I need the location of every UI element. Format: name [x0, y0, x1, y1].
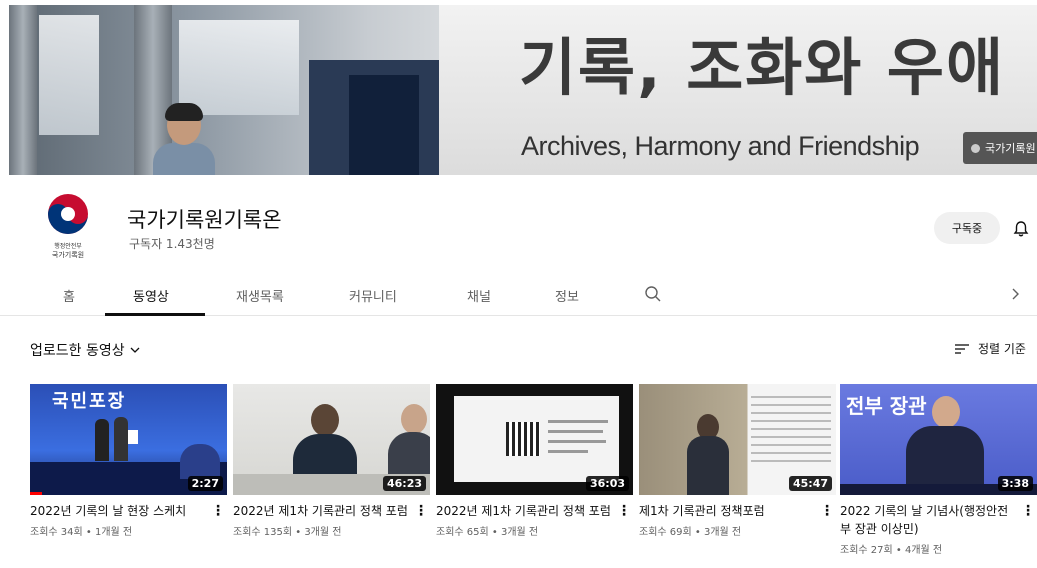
more-options-icon[interactable]: ⋮ — [211, 502, 225, 520]
thumbnail-caption: 국민포장 — [52, 391, 127, 412]
tab-about[interactable]: 정보 — [555, 286, 579, 305]
video-meta: 조회수 34회 • 1개월 전 — [30, 527, 133, 538]
video-card[interactable]: 국민포장 2:27 2022년 기록의 날 현장 스케치 ⋮ 조회수 34회 •… — [30, 384, 227, 538]
video-title[interactable]: 2022년 제1차 기록관리 정책 포럼 — [233, 504, 408, 518]
uploads-dropdown[interactable]: 업로드한 동영상 — [30, 340, 141, 360]
sort-label: 정렬 기준 — [978, 342, 1026, 356]
tab-playlists[interactable]: 재생목록 — [236, 286, 284, 305]
chevron-down-icon — [130, 347, 140, 353]
tab-videos[interactable]: 동영상 — [133, 286, 169, 305]
channel-name: 국가기록원기록온 — [127, 208, 282, 232]
video-thumbnail[interactable]: 전부 장관 3:38 — [840, 384, 1037, 495]
banner-subtitle: Archives, Harmony and Friendship — [521, 131, 920, 161]
video-card[interactable]: 45:47 제1차 기록관리 정책포럼 ⋮ 조회수 69회 • 3개월 전 — [639, 384, 836, 538]
section-title: 업로드한 동영상 — [30, 343, 125, 359]
video-title-row: 2022 기록의 날 기념사(행정안전부 장관 이상민) ⋮ — [840, 502, 1037, 538]
video-card[interactable]: 전부 장관 3:38 2022 기록의 날 기념사(행정안전부 장관 이상민) … — [840, 384, 1037, 556]
logo-text-ministry: 행정안전부 — [54, 243, 82, 250]
banner-badge-label: 국가기록원 — [985, 142, 1036, 155]
banner-badge[interactable]: 국가기록원 — [963, 132, 1037, 164]
video-title[interactable]: 제1차 기록관리 정책포럼 — [639, 504, 765, 518]
video-title[interactable]: 2022 기록의 날 기념사(행정안전부 장관 이상민) — [840, 504, 1008, 536]
video-duration: 45:47 — [788, 476, 832, 491]
banner-window — [179, 20, 299, 115]
more-options-icon[interactable]: ⋮ — [617, 502, 631, 520]
banner-person — [149, 103, 219, 175]
more-options-icon[interactable]: ⋮ — [820, 502, 834, 520]
globe-icon — [971, 143, 980, 153]
channel-banner: 기록, 조화와 우애 Archives, Harmony and Friends… — [9, 5, 1037, 175]
video-title-row: 제1차 기록관리 정책포럼 ⋮ — [639, 502, 836, 520]
sort-button[interactable]: 정렬 기준 — [954, 340, 1026, 357]
video-card[interactable]: 46:23 2022년 제1차 기록관리 정책 포럼 ⋮ 조회수 135회 • … — [233, 384, 430, 538]
sort-icon — [955, 343, 969, 354]
video-meta: 조회수 135회 • 3개월 전 — [233, 527, 342, 538]
channel-avatar[interactable]: 행정안전부 국가기록원 — [40, 192, 96, 264]
channel-tabs: 홈 동영상 재생목록 커뮤니티 채널 정보 — [0, 276, 1037, 316]
video-thumbnail[interactable]: 36:03 — [436, 384, 633, 495]
logo-text-agency: 국가기록원 — [51, 251, 85, 259]
video-meta: 조회수 27회 • 4개월 전 — [840, 545, 943, 556]
video-thumbnail[interactable]: 46:23 — [233, 384, 430, 495]
subscribed-button[interactable]: 구독중 — [934, 212, 1000, 244]
video-meta: 조회수 69회 • 3개월 전 — [639, 527, 742, 538]
tab-home[interactable]: 홈 — [63, 286, 75, 305]
video-duration: 46:23 — [382, 476, 426, 491]
taegeuk-logo-icon — [48, 194, 88, 234]
video-thumbnail[interactable]: 45:47 — [639, 384, 836, 495]
video-duration: 3:38 — [997, 476, 1033, 491]
active-tab-indicator — [105, 313, 205, 316]
more-options-icon[interactable]: ⋮ — [1021, 502, 1035, 520]
banner-title: 기록, 조화와 우애 — [519, 31, 1006, 104]
video-duration: 2:27 — [187, 476, 223, 491]
video-meta: 조회수 65회 • 3개월 전 — [436, 527, 539, 538]
video-thumbnail[interactable]: 국민포장 2:27 — [30, 384, 227, 495]
subscriber-count: 구독자 1.43천명 — [129, 237, 215, 251]
chevron-right-icon[interactable] — [1008, 286, 1022, 302]
video-title[interactable]: 2022년 제1차 기록관리 정책 포럼 — [436, 504, 611, 518]
video-title-row: 2022년 제1차 기록관리 정책 포럼 ⋮ — [436, 502, 633, 520]
banner-pillar — [9, 5, 37, 175]
video-card[interactable]: 36:03 2022년 제1차 기록관리 정책 포럼 ⋮ 조회수 65회 • 3… — [436, 384, 633, 538]
thumbnail-caption: 전부 장관 — [846, 394, 927, 418]
video-title-row: 2022년 제1차 기록관리 정책 포럼 ⋮ — [233, 502, 430, 520]
video-duration: 36:03 — [585, 476, 629, 491]
banner-window — [39, 15, 99, 135]
banner-booth — [349, 75, 419, 175]
video-title-row: 2022년 기록의 날 현장 스케치 ⋮ — [30, 502, 227, 520]
watch-progress-bar — [30, 492, 42, 495]
tab-channels[interactable]: 채널 — [467, 286, 491, 305]
search-icon[interactable] — [644, 285, 662, 303]
tab-community[interactable]: 커뮤니티 — [349, 286, 397, 305]
more-options-icon[interactable]: ⋮ — [414, 502, 428, 520]
video-title[interactable]: 2022년 기록의 날 현장 스케치 — [30, 504, 186, 518]
bell-icon[interactable] — [1011, 219, 1031, 239]
